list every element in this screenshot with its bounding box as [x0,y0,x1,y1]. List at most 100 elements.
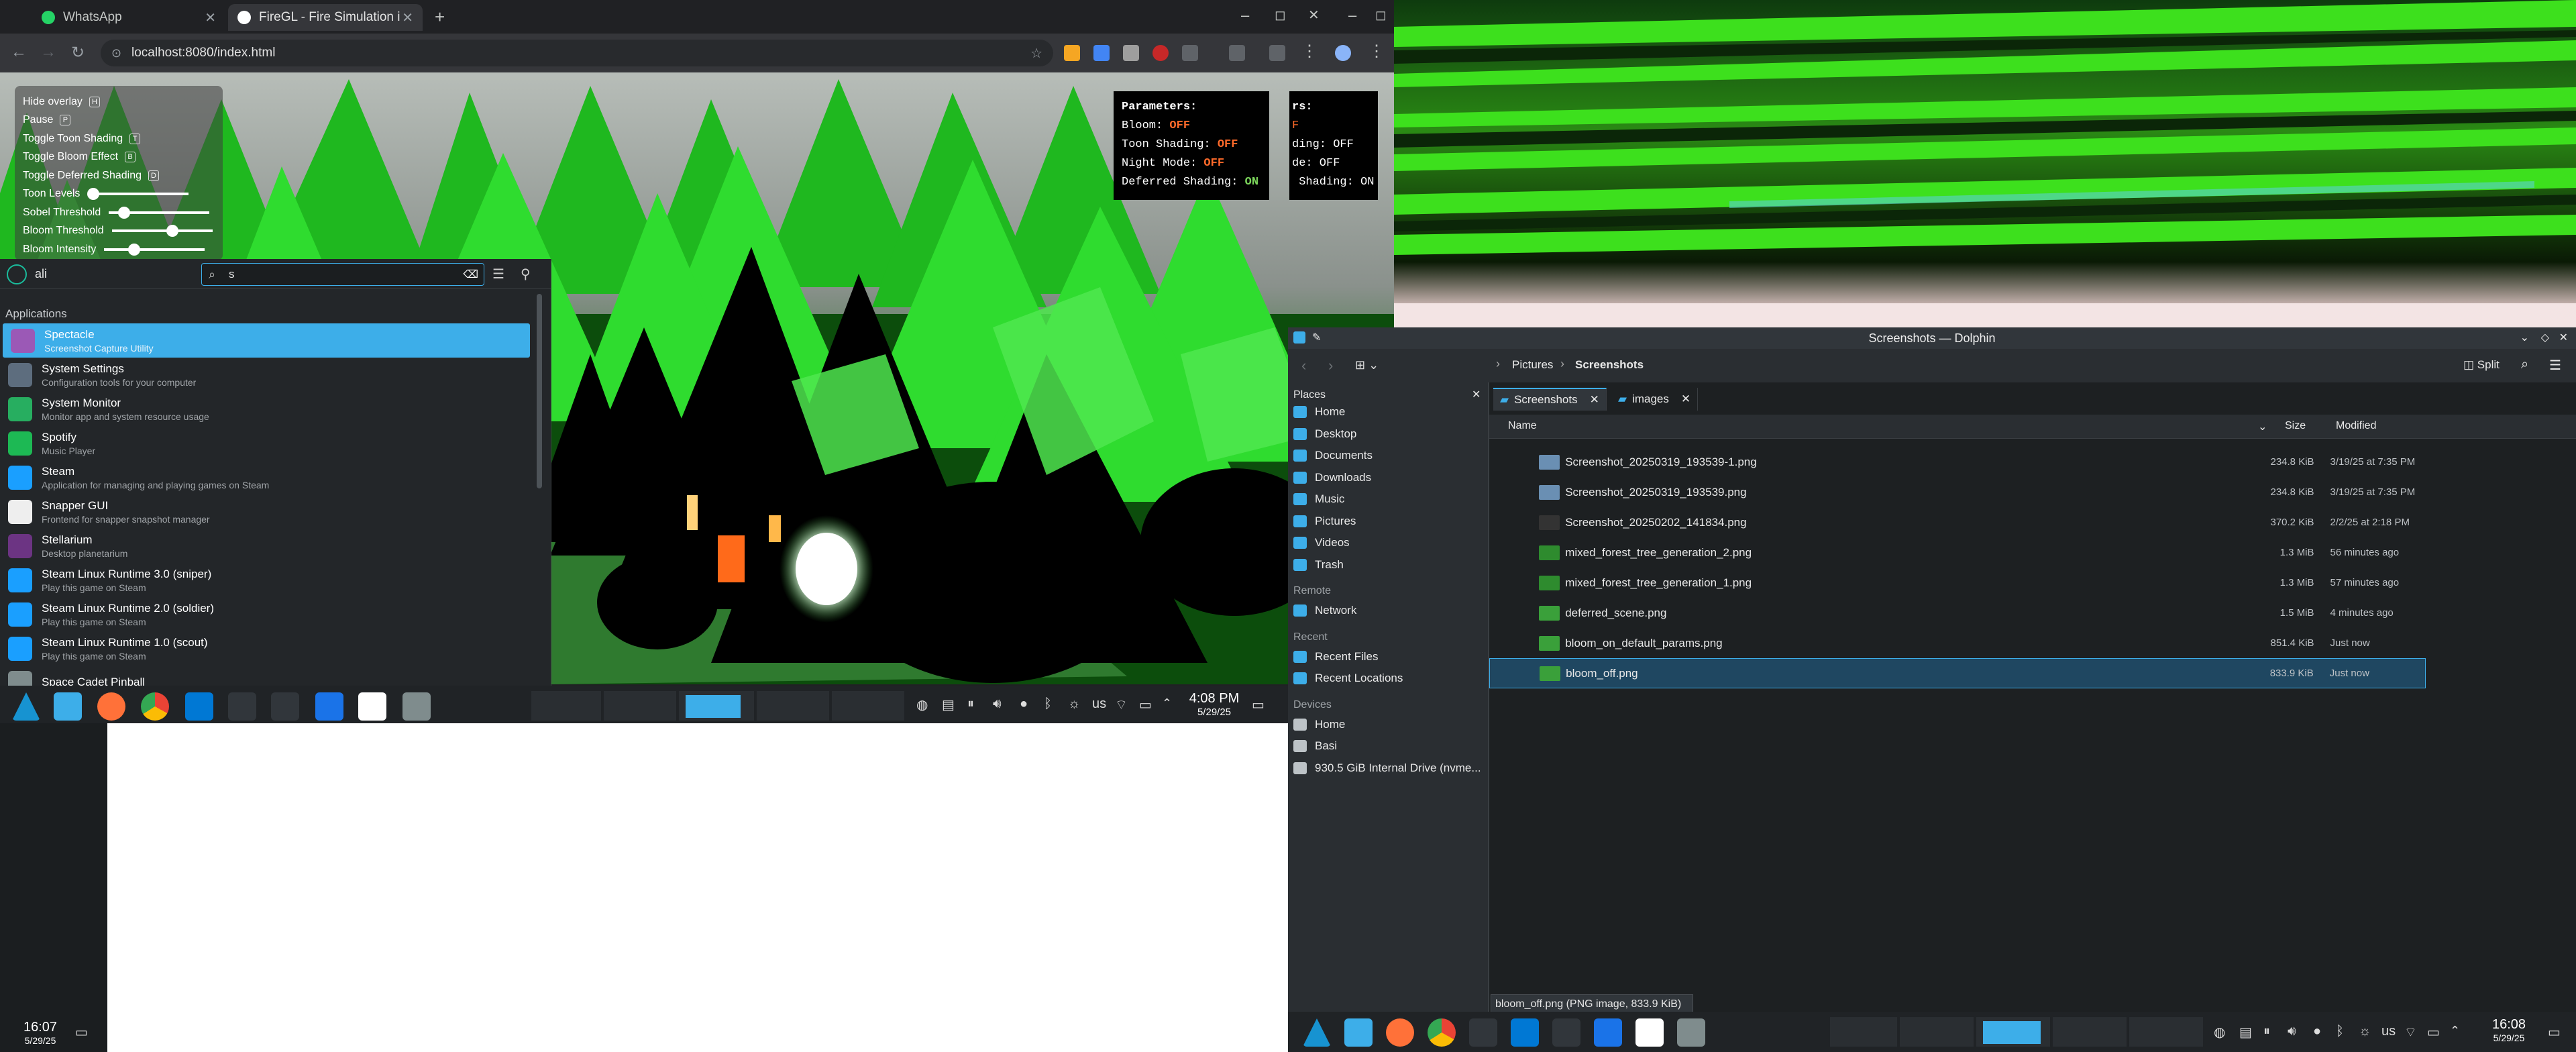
bluetooth-icon[interactable]: ᛒ [1044,696,1052,712]
close-icon[interactable]: ✕ [2559,327,2568,349]
clock[interactable]: 16:07 5/29/25 [3,1020,78,1046]
store-icon[interactable] [315,692,343,721]
bloom-intensity-slider[interactable]: Bloom Intensity [23,240,215,259]
places-item-p2[interactable]: Documents [1293,449,1373,462]
forward-icon[interactable]: → [40,43,56,62]
search-input[interactable]: ⌕ s ⌫ [201,263,484,286]
new-tab-button[interactable]: + [435,7,445,28]
close-icon[interactable]: ✕ [1590,393,1599,407]
vscode-icon[interactable] [1511,1018,1539,1047]
file-row[interactable]: bloom_on_default_params.png 851.4 KiB Just… [1489,628,2426,658]
result-item[interactable]: System Monitor Monitor app and system res… [0,392,531,426]
file-row[interactable]: Screenshot_20250319_193539-1.png 234.8 Ki… [1489,447,2426,477]
pin-icon[interactable]: ⚲ [521,266,531,282]
store-icon[interactable] [1594,1018,1622,1047]
result-item[interactable]: Spotify Music Player [0,426,531,460]
slider-knob[interactable] [128,243,141,256]
firefox-icon[interactable] [1386,1018,1414,1047]
battery-icon[interactable]: ▭ [2427,1024,2440,1041]
minimize-icon[interactable]: – [1348,7,1356,24]
address-bar[interactable]: ⊙ localhost:8080/index.html ☆ [101,40,1053,66]
tray-icon[interactable]: ◍ [2214,1024,2225,1041]
terminal-icon[interactable] [1469,1018,1497,1047]
back-icon[interactable]: ‹ [1301,357,1306,374]
user-avatar[interactable] [7,264,27,284]
pager-desktop-active[interactable] [1976,1017,2050,1047]
slider-track[interactable] [87,188,189,201]
more-menu-icon[interactable]: ⋮ [1368,42,1385,61]
chrome-icon[interactable] [141,692,169,721]
show-desktop-icon[interactable]: ▭ [2548,1024,2561,1041]
places-item-p6[interactable]: Videos [1293,536,1350,549]
maximize-icon[interactable]: ◻ [1275,7,1286,23]
tab-images[interactable]: ▰ images ✕ [1611,388,1699,411]
extension-icon[interactable] [1093,45,1110,61]
battery-icon[interactable]: ▭ [1139,696,1152,713]
hamburger-menu-icon[interactable]: ☰ [2549,357,2561,374]
column-name[interactable]: Name [1508,420,1537,432]
media-icon[interactable]: ⏸ [967,696,974,712]
mic-icon[interactable]: ● [1020,696,1028,712]
breadcrumb-pictures[interactable]: Pictures [1512,358,1553,372]
places-item-p3[interactable]: Downloads [1293,471,1371,484]
scrollbar[interactable] [537,294,542,488]
media-icon[interactable]: ⏸ [2263,1024,2270,1039]
volume-icon[interactable]: 🔊︎ [993,696,1002,712]
pager-desktop[interactable] [531,691,601,721]
result-item[interactable]: Steam Linux Runtime 3.0 (sniper) Play thi… [0,563,531,597]
clock[interactable]: 4:08 PM 5/29/25 [1181,691,1248,718]
wifi-icon[interactable]: ⌔ [2404,1024,2417,1041]
toon-shading-toggle[interactable]: Toggle Toon Shading T [23,129,215,148]
tab-screenshots[interactable]: ▰ Screenshots ✕ [1493,388,1607,411]
file-row[interactable]: deferred_scene.png 1.5 MiB 4 minutes ago [1489,598,2426,628]
profile-avatar[interactable] [1335,45,1351,61]
volume-icon[interactable]: 🔊︎ [2288,1024,2296,1039]
spectacle-icon[interactable] [402,692,431,721]
bloom-effect-toggle[interactable]: Toggle Bloom Effect B [23,148,215,167]
result-item[interactable]: Stellarium Desktop planetarium [0,529,531,563]
show-desktop-icon[interactable]: ▭ [1252,696,1265,713]
bookmark-star-icon[interactable]: ☆ [1030,45,1042,62]
more-menu-icon[interactable]: ⋮ [1301,42,1318,61]
search-icon[interactable]: ⌕ [2521,357,2528,372]
slider-track[interactable] [109,206,210,219]
breadcrumb-screenshots[interactable]: Screenshots [1575,358,1644,372]
configure-icon[interactable]: ☰ [492,266,504,282]
extension-icon[interactable] [1064,45,1080,61]
show-desktop-icon[interactable]: ▭ [75,1024,88,1041]
places-item-d0[interactable]: Home [1293,718,1345,731]
file-row[interactable]: Screenshot_20250202_141834.png 370.2 KiB 2… [1489,507,2426,537]
bluetooth-icon[interactable]: ᛒ [2336,1024,2344,1039]
slider-track[interactable] [111,225,213,238]
places-item-rc0[interactable]: Recent Files [1293,650,1378,664]
close-window-icon[interactable]: ✕ [1308,7,1320,23]
result-item[interactable]: Steam Linux Runtime 2.0 (soldier) Play th… [0,597,531,631]
extension-icon[interactable] [1229,45,1245,61]
chrome-icon[interactable] [1428,1018,1456,1047]
wps-icon[interactable] [1635,1018,1664,1047]
sort-icon[interactable]: ⌄ [2258,420,2267,433]
file-row[interactable]: mixed_forest_tree_generation_1.png 1.3 Mi… [1489,568,2426,598]
pager-desktop[interactable] [2053,1017,2127,1047]
close-icon[interactable]: ✕ [402,9,413,26]
arch-launcher-icon[interactable] [1303,1018,1331,1047]
firefox-icon[interactable] [97,692,125,721]
minimize-icon[interactable]: – [1241,7,1249,24]
mic-icon[interactable]: ● [2313,1024,2321,1039]
keyboard-layout[interactable]: us [2381,1024,2396,1039]
spectacle-icon[interactable] [1677,1018,1705,1047]
back-icon[interactable]: ← [11,43,27,62]
file-manager-icon[interactable] [1344,1018,1373,1047]
clock[interactable]: 16:08 5/29/25 [2482,1017,2536,1043]
webgl-output-window[interactable] [1394,0,2576,327]
sobel-threshold-slider[interactable]: Sobel Threshold [23,203,215,222]
pager-desktop[interactable] [1900,1017,1974,1047]
file-row[interactable]: bloom_off.png 833.9 KiB Just now [1489,658,2426,688]
pin-icon[interactable]: ✎ [1312,327,1321,349]
wifi-icon[interactable]: ⌔ [1115,696,1128,713]
places-item-p7[interactable]: Trash [1293,558,1344,572]
slider-track[interactable] [104,243,205,256]
puzzle-icon[interactable] [1182,45,1198,61]
pager-desktop[interactable] [1830,1017,1897,1047]
expand-tray-icon[interactable]: ⌃ [2450,1024,2460,1038]
